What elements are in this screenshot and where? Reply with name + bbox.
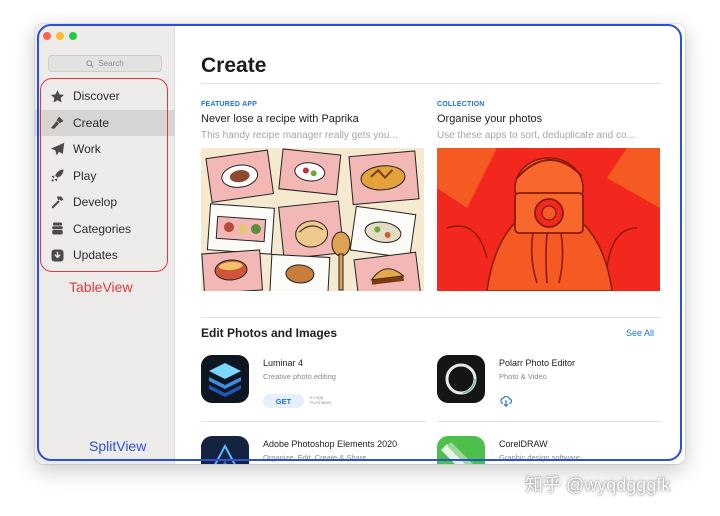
zoom-window-button[interactable]	[69, 32, 77, 40]
featured-subtitle: This handy recipe manager really gets yo…	[201, 130, 398, 141]
app-row-photoshop-elements[interactable]: Adobe Photoshop Elements 2020 Organize, …	[201, 436, 431, 464]
title-divider	[201, 83, 661, 84]
app-row-luminar[interactable]: Luminar 4 Creative photo editing GET In-…	[201, 355, 431, 415]
app-category: Graphic design software	[499, 453, 580, 462]
collection-card[interactable]: COLLECTION Organise your photos Use thes…	[437, 101, 660, 291]
app-row-polarr[interactable]: Polarr Photo Editor Photo & Video	[437, 355, 667, 415]
in-app-purchases-note: In-App Purchases	[310, 395, 332, 405]
app-row-coreldraw[interactable]: CorelDRAW Graphic design software	[437, 436, 667, 464]
tableview-annotation-label: TableView	[69, 279, 133, 295]
section-title: Edit Photos and Images	[201, 326, 338, 340]
splitview-annotation-label: SplitView	[89, 438, 147, 454]
app-name: CorelDRAW	[499, 439, 548, 449]
search-input[interactable]: Search	[48, 55, 162, 72]
sidebar: Search Discover Create Work Play Develop…	[35, 24, 175, 464]
screenshot-stage: Search Discover Create Work Play Develop…	[0, 0, 720, 516]
app-category: Creative photo editing	[263, 372, 336, 381]
app-name: Adobe Photoshop Elements 2020	[263, 439, 398, 449]
tableview-annotation-outline	[40, 78, 168, 272]
collection-headline: Organise your photos	[437, 113, 543, 125]
minimize-window-button[interactable]	[56, 32, 64, 40]
coreldraw-app-icon	[437, 436, 485, 464]
cloud-download-icon[interactable]	[499, 394, 513, 408]
app-name: Polarr Photo Editor	[499, 358, 576, 368]
main-content: Create FEATURED APP Never lose a recipe …	[176, 24, 685, 464]
close-window-button[interactable]	[43, 32, 51, 40]
photographer-illustration	[437, 148, 660, 291]
search-placeholder: Search	[98, 59, 124, 68]
app-divider-left	[201, 421, 426, 422]
see-all-link[interactable]: See All	[626, 328, 654, 338]
recipe-illustration	[201, 148, 424, 291]
luminar-app-icon	[201, 355, 249, 403]
collection-kicker: COLLECTION	[437, 101, 485, 108]
app-category: Photo & Video	[499, 372, 547, 381]
app-divider-right	[437, 421, 662, 422]
page-title: Create	[201, 54, 267, 77]
app-name: Luminar 4	[263, 358, 304, 368]
featured-headline: Never lose a recipe with Paprika	[201, 113, 359, 125]
app-store-window: Search Discover Create Work Play Develop…	[35, 24, 685, 464]
get-button[interactable]: GET	[263, 394, 304, 408]
featured-app-card[interactable]: FEATURED APP Never lose a recipe with Pa…	[201, 101, 424, 291]
collection-subtitle: Use these apps to sort, deduplicate and …	[437, 130, 635, 141]
photoshop-elements-app-icon	[201, 436, 249, 464]
featured-kicker: FEATURED APP	[201, 101, 258, 108]
window-controls	[43, 32, 77, 40]
section-divider	[201, 317, 661, 318]
app-category: Organize, Edit, Create & Share	[263, 453, 367, 462]
polarr-app-icon	[437, 355, 485, 403]
watermark: 知乎 @wyqdgggfk	[525, 475, 671, 495]
search-icon	[86, 59, 94, 68]
